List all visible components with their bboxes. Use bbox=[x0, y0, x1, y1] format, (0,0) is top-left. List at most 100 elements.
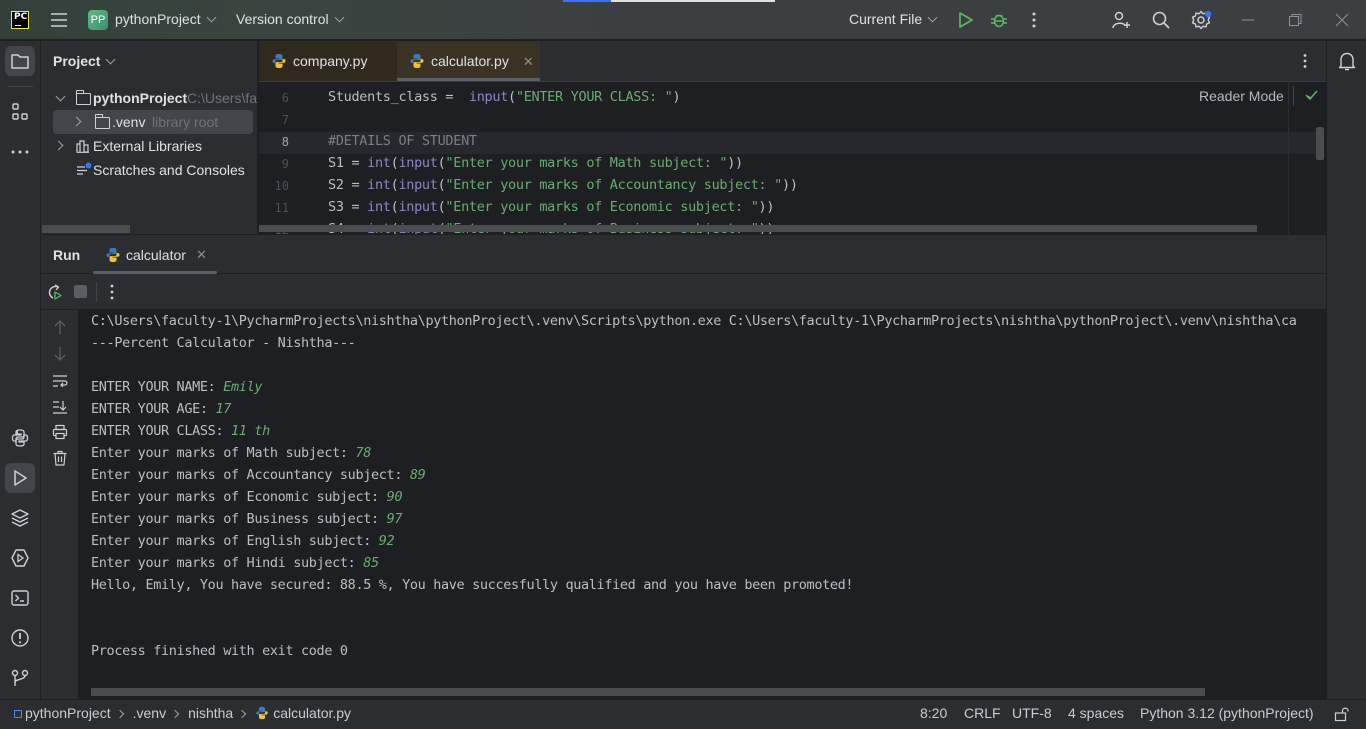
tab-options-icon[interactable] bbox=[1297, 53, 1313, 69]
breadcrumb-item[interactable]: .venv bbox=[133, 705, 166, 721]
chevron-down-icon bbox=[55, 91, 66, 102]
services-button[interactable] bbox=[5, 543, 35, 573]
caret-position[interactable]: 8:20 bbox=[920, 705, 947, 721]
tab-calculator-py[interactable]: calculator.py ✕ bbox=[397, 41, 540, 81]
code-editor[interactable]: 6 Students_class = input("ENTER YOUR CLAS… bbox=[259, 82, 1326, 234]
problems-icon bbox=[11, 629, 29, 647]
file-encoding[interactable]: UTF-8 bbox=[1012, 705, 1052, 721]
indent-setting[interactable]: 4 spaces bbox=[1068, 705, 1124, 721]
soft-wrap-icon[interactable] bbox=[52, 373, 68, 389]
structure-icon bbox=[12, 103, 28, 120]
python-interpreter[interactable]: Python 3.12 (pythonProject) bbox=[1140, 705, 1314, 721]
tree-item-pythonproject[interactable]: pythonProject C:\Users\fa bbox=[41, 86, 257, 110]
notifications-bell-icon[interactable] bbox=[1337, 51, 1357, 71]
python-file-icon bbox=[410, 54, 424, 68]
run-tool-button[interactable] bbox=[5, 463, 35, 493]
python-console-button[interactable] bbox=[5, 423, 35, 453]
horizontal-scrollbar[interactable] bbox=[42, 225, 130, 233]
print-icon[interactable] bbox=[52, 424, 68, 440]
scroll-down-icon[interactable] bbox=[52, 346, 68, 362]
console-user-input: 11 th bbox=[231, 423, 270, 439]
run-button[interactable] bbox=[957, 11, 975, 29]
run-icon bbox=[14, 470, 27, 486]
scroll-up-icon[interactable] bbox=[52, 319, 68, 335]
code-token: )) bbox=[782, 177, 798, 193]
tab-label: company.py bbox=[293, 53, 368, 69]
chevron-right-icon bbox=[170, 709, 180, 719]
terminal-button[interactable] bbox=[5, 583, 35, 613]
rerun-button[interactable] bbox=[45, 283, 63, 301]
vcs-selector[interactable]: Version control bbox=[236, 11, 345, 27]
run-options-icon[interactable] bbox=[104, 283, 120, 301]
console-text: Enter your marks of Hindi subject: bbox=[91, 555, 364, 571]
console-text: Enter your marks of Accountancy subject: bbox=[91, 467, 410, 483]
structure-tool-button[interactable] bbox=[5, 97, 35, 127]
chevron-right-icon bbox=[53, 140, 64, 151]
horizontal-scrollbar[interactable] bbox=[259, 225, 1257, 232]
progress-indicator bbox=[563, 0, 611, 2]
main-menu-icon[interactable] bbox=[50, 12, 68, 28]
run-config-label: Current File bbox=[849, 11, 923, 27]
console-horizontal-scrollbar[interactable] bbox=[91, 688, 1205, 696]
run-config-selector[interactable]: Current File bbox=[849, 11, 938, 27]
close-tab-icon[interactable]: ✕ bbox=[523, 54, 534, 69]
run-console-output[interactable]: C:\Users\faculty-1\PycharmProjects\nisht… bbox=[79, 310, 1326, 699]
lock-open-icon[interactable] bbox=[1334, 706, 1350, 722]
tree-item-scratches[interactable]: Scratches and Consoles bbox=[41, 158, 257, 182]
code-token: input bbox=[398, 155, 438, 171]
clear-all-trash-icon[interactable] bbox=[52, 450, 68, 466]
tree-item-label: Scratches and Consoles bbox=[93, 162, 245, 178]
bug-icon bbox=[991, 14, 1007, 28]
code-token: "Enter your marks of Math subject: " bbox=[445, 155, 728, 171]
console-line: Enter your marks of Business subject: 97 bbox=[91, 511, 402, 527]
close-run-tab-icon[interactable]: ✕ bbox=[196, 247, 207, 263]
tree-item-venv[interactable]: .venv library root bbox=[53, 110, 253, 134]
reader-mode-button[interactable]: Reader Mode bbox=[1199, 88, 1284, 104]
git-branch-icon bbox=[11, 669, 29, 686]
vertical-scrollbar[interactable] bbox=[1316, 127, 1324, 160]
tab-company-py[interactable]: company.py bbox=[259, 41, 397, 81]
line-ending[interactable]: CRLF bbox=[964, 705, 1001, 721]
code-token: int bbox=[367, 155, 391, 171]
project-tool-button[interactable] bbox=[5, 46, 35, 76]
run-panel-header: Run calculator ✕ bbox=[41, 234, 1326, 274]
python-file-icon bbox=[272, 54, 286, 68]
python-file-icon bbox=[256, 706, 268, 720]
settings-gear-icon[interactable] bbox=[1191, 10, 1213, 30]
run-tab-calculator[interactable]: calculator ✕ bbox=[93, 235, 217, 274]
console-line: Enter your marks of English subject: 92 bbox=[91, 533, 395, 549]
tab-label: calculator.py bbox=[431, 53, 509, 69]
project-badge: PP bbox=[88, 10, 108, 30]
code-token: input bbox=[398, 199, 438, 215]
minimize-button[interactable] bbox=[1240, 10, 1256, 30]
python-packages-button[interactable] bbox=[5, 503, 35, 533]
project-panel-title[interactable]: Project bbox=[53, 53, 116, 69]
search-icon[interactable] bbox=[1151, 10, 1171, 30]
breadcrumb-item[interactable]: nishtha bbox=[188, 705, 233, 721]
code-token: )) bbox=[758, 199, 775, 215]
code-token: S3 = bbox=[328, 199, 368, 215]
code-with-me-icon[interactable] bbox=[1111, 10, 1131, 30]
problems-button[interactable] bbox=[5, 623, 35, 653]
chevron-right-icon bbox=[115, 709, 124, 719]
breadcrumb-item[interactable]: pythonProject bbox=[25, 705, 111, 721]
folder-icon bbox=[94, 114, 110, 129]
close-window-button[interactable] bbox=[1334, 12, 1350, 28]
git-button[interactable] bbox=[5, 663, 35, 693]
project-selector[interactable]: pythonProject bbox=[115, 11, 217, 27]
stop-button[interactable] bbox=[74, 285, 87, 298]
console-text: ENTER YOUR NAME: bbox=[91, 379, 224, 395]
scroll-to-end-icon[interactable] bbox=[52, 399, 68, 415]
more-actions-icon[interactable] bbox=[1025, 11, 1043, 29]
code-token: int bbox=[367, 177, 391, 193]
console-text: Hello, Emily, You have secured: 88.5 %, … bbox=[91, 577, 854, 593]
run-toolbar bbox=[41, 274, 1326, 310]
console-line: Enter your marks of Accountancy subject:… bbox=[91, 467, 426, 483]
breadcrumb-item[interactable]: calculator.py bbox=[273, 705, 351, 721]
debug-button[interactable] bbox=[990, 11, 1008, 29]
console-text: Enter your marks of English subject: bbox=[91, 533, 379, 549]
chevron-right-icon bbox=[71, 116, 82, 127]
restore-button[interactable] bbox=[1287, 12, 1303, 28]
more-tools-button[interactable] bbox=[5, 137, 35, 167]
tree-item-external-libraries[interactable]: External Libraries bbox=[41, 134, 257, 158]
